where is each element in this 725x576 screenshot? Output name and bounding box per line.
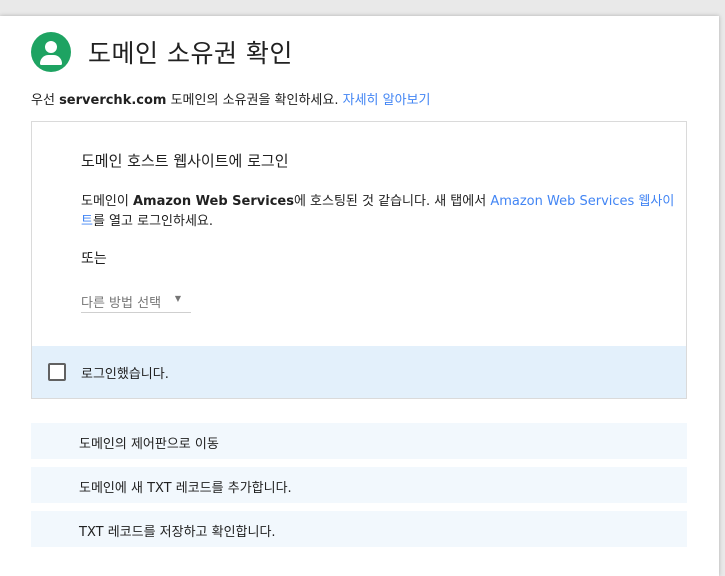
intro-text: 우선 serverchk.com 도메인의 소유권을 확인하세요. 자세히 알아… bbox=[31, 89, 430, 108]
step-item[interactable]: TXT 레코드를 저장하고 확인합니다. bbox=[31, 511, 687, 547]
desc-prefix: 도메인이 bbox=[81, 194, 133, 209]
dropdown-arrow-icon: ▼ bbox=[174, 294, 181, 303]
provider-name: Amazon Web Services bbox=[132, 194, 294, 209]
header: 도메인 소유권 확인 bbox=[31, 32, 293, 72]
step-item[interactable]: 도메인에 새 TXT 레코드를 추가합니다. bbox=[31, 467, 687, 503]
page-title: 도메인 소유권 확인 bbox=[88, 39, 293, 68]
desc-mid: 에 호스팅된 것 같습니다. 새 탭에서 bbox=[293, 194, 491, 209]
intro-domain: serverchk.com bbox=[59, 93, 167, 108]
panel-title: 도메인 호스트 웹사이트에 로그인 bbox=[81, 152, 289, 170]
logged-in-row[interactable]: 로그인했습니다. bbox=[32, 346, 686, 398]
panel-description: 도메인이 Amazon Web Services에 호스팅된 것 같습니다. 새… bbox=[81, 192, 681, 232]
step-label: TXT 레코드를 저장하고 확인합니다. bbox=[79, 525, 276, 540]
intro-suffix: 도메인의 소유권을 확인하세요. bbox=[166, 93, 343, 108]
method-select[interactable]: 다른 방법 선택 ▼ bbox=[81, 292, 191, 313]
logged-in-checkbox[interactable] bbox=[48, 363, 66, 381]
intro-prefix: 우선 bbox=[31, 93, 60, 108]
desc-suffix: 를 열고 로그인하세요. bbox=[92, 214, 214, 229]
step-label: 도메인의 제어판으로 이동 bbox=[79, 437, 219, 452]
method-select-label: 다른 방법 선택 bbox=[81, 296, 162, 311]
logged-in-label: 로그인했습니다. bbox=[81, 367, 169, 382]
learn-more-link[interactable]: 자세히 알아보기 bbox=[343, 93, 431, 108]
or-text: 또는 bbox=[81, 251, 107, 267]
person-icon bbox=[31, 32, 71, 72]
step-label: 도메인에 새 TXT 레코드를 추가합니다. bbox=[79, 481, 292, 496]
step-item[interactable]: 도메인의 제어판으로 이동 bbox=[31, 423, 687, 459]
host-login-panel: 도메인 호스트 웹사이트에 로그인 도메인이 Amazon Web Servic… bbox=[31, 121, 687, 399]
